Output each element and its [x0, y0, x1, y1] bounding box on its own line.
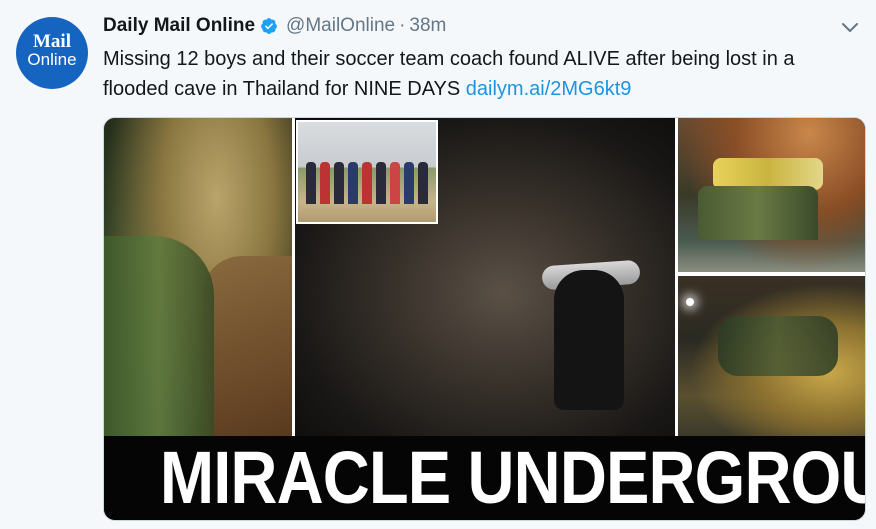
photo-soldiers-in-cave: [104, 118, 292, 436]
soldiers-group: [698, 186, 818, 240]
verified-badge-icon: [261, 18, 277, 34]
team-member: [306, 162, 316, 204]
cave-wall: [202, 256, 292, 436]
team-member: [390, 162, 400, 204]
rescuers-group: [718, 316, 838, 376]
tweet-card[interactable]: Mail Online Daily Mail Online @MailOnlin…: [0, 0, 876, 529]
diver-figure: [554, 270, 624, 410]
avatar-logo-line2: Online: [27, 50, 77, 69]
soldiers-group: [104, 236, 214, 436]
team-member: [376, 162, 386, 204]
avatar[interactable]: Mail Online: [16, 17, 88, 89]
headlamp-light: [686, 298, 694, 306]
team-member: [320, 162, 330, 204]
user-handle[interactable]: @MailOnline: [286, 15, 395, 37]
panel-divider: [675, 118, 678, 436]
team-member: [348, 162, 358, 204]
avatar-logo-line1: Mail: [33, 31, 71, 52]
headline-text: MIRACLE UNDERGROUND: [159, 436, 865, 519]
photo-team-inset: [296, 120, 438, 224]
panel-divider: [292, 118, 295, 436]
tweet-media-image[interactable]: MIRACLE UNDERGROUND: [103, 117, 866, 521]
tweet-body: Missing 12 boys and their soccer team co…: [103, 48, 795, 100]
team-member: [418, 162, 428, 204]
panel-divider: [678, 272, 865, 276]
tweet-link[interactable]: dailym.ai/2MG6kt9: [466, 78, 632, 100]
chevron-down-icon[interactable]: [840, 17, 860, 37]
timestamp[interactable]: 38m: [409, 15, 446, 37]
image-headline: MIRACLE UNDERGROUND: [104, 436, 865, 520]
team-member: [334, 162, 344, 204]
tweet-text: Missing 12 boys and their soccer team co…: [103, 44, 843, 104]
team-member: [362, 162, 372, 204]
photo-rescuers-in-water: [678, 276, 865, 436]
tweet-header: Daily Mail Online @MailOnline · 38m: [103, 13, 446, 39]
display-name[interactable]: Daily Mail Online: [103, 15, 255, 37]
separator-dot: ·: [399, 15, 406, 36]
photo-soldiers-carrying-bags: [678, 118, 865, 272]
team-member: [404, 162, 414, 204]
